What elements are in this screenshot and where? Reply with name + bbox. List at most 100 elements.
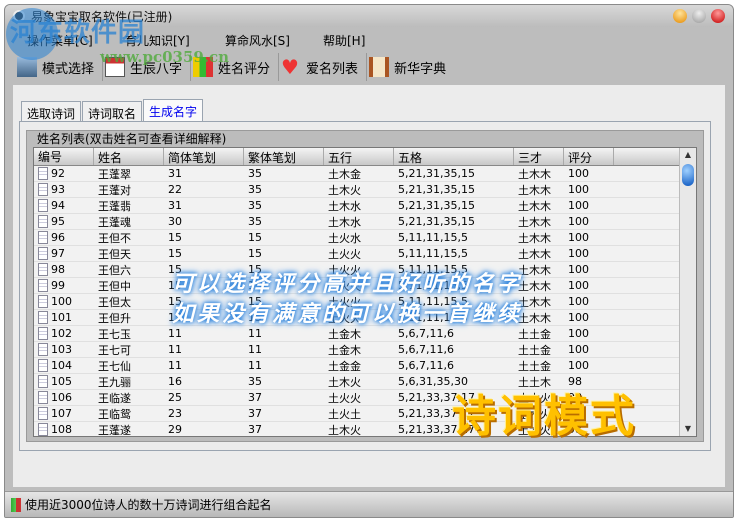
vertical-scrollbar[interactable]: ▲ ▼ [679, 148, 696, 436]
cell-1: 王七玉 [98, 327, 131, 341]
document-icon [38, 375, 48, 388]
row-number: 92 [51, 167, 65, 180]
tab-select-poem[interactable]: 选取诗词 [21, 101, 82, 121]
cell-3: 37 [248, 423, 262, 436]
document-icon [38, 183, 48, 196]
tab-poem-naming[interactable]: 诗词取名 [82, 101, 143, 121]
document-icon [38, 167, 48, 180]
cell-3: 11 [248, 359, 262, 372]
cell-4: 土木火 [328, 375, 361, 389]
close-button[interactable] [711, 9, 725, 23]
menu-help[interactable]: 帮助[H] [323, 29, 365, 49]
cell-0: 98 [34, 263, 94, 276]
list-header: 编号 姓名 简体笔划 繁体笔划 五行 五格 三才 评分 [34, 148, 696, 166]
cell-1: 王蓬对 [98, 183, 131, 197]
cell-0: 107 [34, 407, 94, 420]
dictionary-button[interactable]: 新华字典 [367, 53, 454, 81]
cell-2: 29 [168, 423, 182, 436]
cell-0: 103 [34, 343, 94, 356]
document-icon [38, 359, 48, 372]
row-number: 98 [51, 263, 65, 276]
cell-6: 土土金 [518, 343, 551, 357]
scroll-down-icon[interactable]: ▼ [680, 422, 696, 436]
column-header[interactable]: 繁体笔划 [244, 148, 324, 165]
cell-7: 100 [568, 247, 589, 260]
cell-2: 15 [168, 247, 182, 260]
cell-6: 土木木 [518, 247, 551, 261]
cell-6: 土土金 [518, 359, 551, 373]
cell-2: 22 [168, 183, 182, 196]
cell-3: 15 [248, 231, 262, 244]
cell-3: 35 [248, 215, 262, 228]
minimize-button[interactable] [673, 9, 687, 23]
cell-2: 16 [168, 375, 182, 388]
cell-3: 35 [248, 167, 262, 180]
favorite-list-button[interactable]: ♥ 爱名列表 [279, 53, 368, 81]
scroll-thumb[interactable] [682, 164, 694, 186]
cell-2: 11 [168, 343, 182, 356]
cell-2: 23 [168, 407, 182, 420]
tab-generate-names[interactable]: 生成名字 [143, 99, 204, 121]
cell-1: 王蓬魂 [98, 215, 131, 229]
scroll-up-icon[interactable]: ▲ [680, 148, 696, 162]
column-header[interactable]: 五行 [324, 148, 394, 165]
column-header[interactable]: 编号 [34, 148, 94, 165]
cell-1: 王七可 [98, 343, 131, 357]
cell-7: 100 [568, 343, 589, 356]
table-row[interactable]: 104 王七仙 11 11 土金金 5,6,7,11,6 土土金 100 [34, 358, 696, 374]
caption-line-2: 如果没有满意的可以换一首继续 [172, 302, 523, 327]
row-number: 107 [51, 407, 72, 420]
cell-0: 92 [34, 167, 94, 180]
cell-7: 100 [568, 167, 589, 180]
book-icon [369, 57, 390, 77]
cell-1: 王但太 [98, 295, 131, 309]
document-icon [38, 247, 48, 260]
column-header[interactable]: 简体笔划 [164, 148, 244, 165]
row-number: 105 [51, 375, 72, 388]
cell-3: 35 [248, 199, 262, 212]
menu-fortune[interactable]: 算命风水[S] [225, 29, 323, 49]
maximize-button[interactable] [692, 9, 706, 23]
table-row[interactable]: 95 王蓬魂 30 35 土木水 5,21,31,35,15 土木木 100 [34, 214, 696, 230]
status-icon [11, 497, 21, 512]
cell-7: 100 [568, 215, 589, 228]
cell-4: 土火土 [328, 407, 361, 421]
table-row[interactable]: 103 王七可 11 11 土金木 5,6,7,11,6 土土金 100 [34, 342, 696, 358]
table-row[interactable]: 93 王蓬对 22 35 土木火 5,21,31,35,15 土木木 100 [34, 182, 696, 198]
mode-icon [17, 57, 37, 77]
row-number: 100 [51, 295, 72, 308]
column-header[interactable]: 五格 [394, 148, 514, 165]
cell-3: 37 [248, 407, 262, 420]
cell-4: 土木水 [328, 199, 361, 213]
caption-line-1: 可以选择评分高并且好听的名字 [172, 272, 523, 297]
cell-3: 11 [248, 327, 262, 340]
heart-icon: ♥ [281, 55, 299, 79]
table-row[interactable]: 97 王但天 15 15 土火火 5,11,11,15,5 土木木 100 [34, 246, 696, 262]
table-row[interactable]: 92 王蓬翠 31 35 土木金 5,21,31,35,15 土木木 100 [34, 166, 696, 182]
cell-0: 101 [34, 311, 94, 324]
row-number: 101 [51, 311, 72, 324]
cell-7: 100 [568, 199, 589, 212]
row-number: 94 [51, 199, 65, 212]
cell-1: 王但六 [98, 263, 131, 277]
table-row[interactable]: 94 王蓬翡 31 35 土木水 5,21,31,35,15 土木木 100 [34, 198, 696, 214]
cell-1: 王蓬翠 [98, 167, 131, 181]
cell-5: 5,21,31,35,15 [398, 199, 475, 212]
cell-6: 土木木 [518, 199, 551, 213]
watermark-text: 河东软件园 [10, 18, 146, 48]
cell-2: 25 [168, 391, 182, 404]
table-row[interactable]: 102 王七玉 11 11 土金木 5,6,7,11,6 土土金 100 [34, 326, 696, 342]
cell-6: 土木木 [518, 167, 551, 181]
cell-5: 5,21,31,35,15 [398, 215, 475, 228]
status-text: 使用近3000位诗人的数十万诗词进行组合起名 [25, 498, 272, 512]
cell-1: 王但中 [98, 279, 131, 293]
row-number: 103 [51, 343, 72, 356]
column-header[interactable]: 三才 [514, 148, 564, 165]
cell-0: 99 [34, 279, 94, 292]
table-row[interactable]: 96 王但不 15 15 土火水 5,11,11,15,5 土木木 100 [34, 230, 696, 246]
column-header[interactable]: 姓名 [94, 148, 164, 165]
cell-0: 97 [34, 247, 94, 260]
cell-4: 土木火 [328, 183, 361, 197]
column-header[interactable]: 评分 [564, 148, 614, 165]
cell-6: 土木木 [518, 215, 551, 229]
